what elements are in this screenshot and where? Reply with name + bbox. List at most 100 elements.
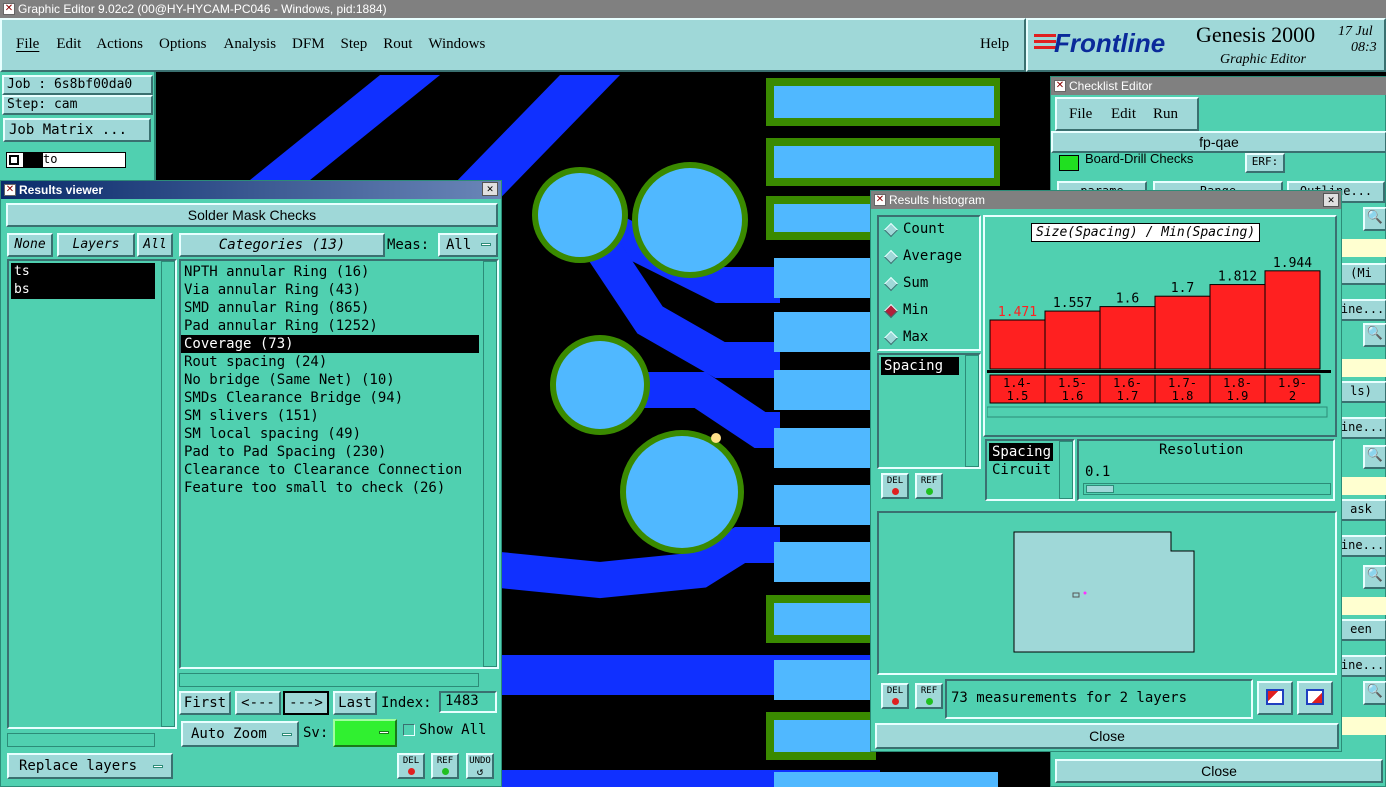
list-item[interactable]: Spacing — [881, 357, 959, 375]
partial-field[interactable]: een — [1335, 619, 1386, 641]
partial-field[interactable]: ask — [1335, 499, 1386, 521]
list-item[interactable]: SM local spacing (49) — [181, 425, 479, 443]
histogram-left-scrollbar[interactable] — [965, 355, 979, 467]
histogram-ref-button-2[interactable]: REF — [915, 683, 943, 709]
list-item[interactable]: bs — [11, 281, 155, 299]
menu-rout[interactable]: Rout — [383, 36, 412, 53]
list-item[interactable]: NPTH annular Ring (16) — [181, 263, 479, 281]
parameter-list[interactable]: Spacing Circuit — [985, 439, 1075, 501]
close-icon[interactable]: ✕ — [482, 182, 498, 196]
parameter-scrollbar[interactable] — [1059, 441, 1073, 499]
erf-button[interactable]: ERF: — [1245, 153, 1285, 173]
partial-field[interactable]: ls) — [1335, 381, 1386, 403]
zoom-icon-button[interactable]: 🔍 — [1363, 445, 1386, 469]
list-item[interactable]: Coverage (73) — [181, 335, 479, 353]
list-item[interactable]: No bridge (Same Net) (10) — [181, 371, 479, 389]
menu-edit[interactable]: Edit — [56, 36, 81, 53]
zoom-icon-button[interactable]: 🔍 — [1363, 681, 1386, 705]
app-title-bar[interactable]: ✕ Graphic Editor 9.02c2 (00@HY-HYCAM-PC0… — [0, 0, 1386, 18]
show-all-checkbox[interactable] — [403, 724, 415, 736]
export-icon-button[interactable] — [1257, 681, 1293, 715]
del-button[interactable]: DEL — [397, 753, 425, 779]
checklist-close-button[interactable]: Close — [1055, 759, 1383, 783]
list-item[interactable]: Clearance to Clearance Connection — [181, 461, 479, 479]
histogram-bar[interactable] — [1154, 295, 1211, 370]
mode-radio-average[interactable]: Average — [883, 247, 977, 267]
histogram-close-button[interactable]: Close — [875, 723, 1339, 749]
mode-radio-min[interactable]: Min — [883, 301, 977, 321]
undo-button[interactable]: UNDO ↺ — [466, 753, 494, 779]
list-item[interactable]: SMDs Clearance Bridge (94) — [181, 389, 479, 407]
histogram-bar[interactable] — [1264, 270, 1321, 370]
auto-zoom-dropdown[interactable]: Auto Zoom — [181, 721, 299, 747]
list-item[interactable]: SMD annular Ring (865) — [181, 299, 479, 317]
replace-layers-dropdown[interactable]: Replace layers — [7, 753, 173, 779]
checklist-menu-edit[interactable]: Edit — [1111, 106, 1136, 123]
severity-dropdown[interactable] — [333, 719, 397, 747]
chart-hscrollbar[interactable] — [987, 406, 1328, 418]
histogram-bar[interactable] — [1044, 310, 1101, 370]
menu-file[interactable]: File — [16, 36, 39, 53]
last-button[interactable]: Last — [333, 691, 377, 715]
histogram-del-button[interactable]: DEL — [881, 473, 909, 499]
categories-list[interactable]: NPTH annular Ring (16) Via annular Ring (… — [179, 259, 499, 669]
list-item[interactable]: Feature too small to check (26) — [181, 479, 479, 497]
checklist-title-bar[interactable]: ✕ Checklist Editor — [1051, 77, 1386, 95]
app-icon[interactable]: ✕ — [3, 3, 15, 15]
checklist-menu-run[interactable]: Run — [1153, 106, 1178, 123]
checklist-menu-file[interactable]: File — [1069, 106, 1092, 123]
close-icon[interactable]: ✕ — [1323, 193, 1339, 207]
mode-radio-count[interactable]: Count — [883, 220, 977, 240]
histogram-bar[interactable] — [1099, 306, 1156, 370]
menu-analysis[interactable]: Analysis — [224, 36, 277, 53]
categories-scrollbar[interactable] — [483, 261, 497, 667]
list-item[interactable]: Circuit — [989, 461, 1053, 479]
list-item[interactable]: SM slivers (151) — [181, 407, 479, 425]
checklist-row-1[interactable]: Board-Drill Checks ERF: — [1055, 151, 1386, 175]
ref-button[interactable]: REF — [431, 753, 459, 779]
list-item[interactable]: Pad annular Ring (1252) — [181, 317, 479, 335]
histogram-ref-button[interactable]: REF — [915, 473, 943, 499]
list-item[interactable]: Via annular Ring (43) — [181, 281, 479, 299]
preview-panel[interactable] — [877, 511, 1337, 675]
layer-row[interactable]: to — [6, 152, 126, 168]
list-item[interactable]: Spacing — [989, 443, 1053, 461]
menu-help[interactable]: Help — [980, 36, 1009, 53]
list-item[interactable]: Pad to Pad Spacing (230) — [181, 443, 479, 461]
none-button[interactable]: None — [7, 233, 53, 257]
list-item[interactable]: ts — [11, 263, 155, 281]
partial-field[interactable]: (Mi — [1335, 263, 1386, 285]
menu-actions[interactable]: Actions — [96, 36, 143, 53]
prev-button[interactable]: <--- — [235, 691, 281, 715]
menu-windows[interactable]: Windows — [428, 36, 485, 53]
zoom-icon-button[interactable]: 🔍 — [1363, 565, 1386, 589]
menu-dfm[interactable]: DFM — [292, 36, 325, 53]
slider-thumb[interactable] — [1086, 485, 1114, 493]
results-viewer-title-bar[interactable]: ✕ Results viewer — [1, 181, 501, 199]
next-button[interactable]: ---> — [283, 691, 329, 715]
histogram-chart[interactable]: 1.4711.557 1.61.71.8121.9441.4-1.51.5-1.6… — [987, 251, 1331, 421]
resolution-slider[interactable] — [1083, 483, 1331, 495]
layers-hscrollbar[interactable] — [7, 733, 155, 747]
menu-options[interactable]: Options — [159, 36, 207, 53]
menu-step[interactable]: Step — [341, 36, 368, 53]
histogram-del-button-2[interactable]: DEL — [881, 683, 909, 709]
zoom-icon-button[interactable]: 🔍 — [1363, 207, 1386, 231]
mode-radio-max[interactable]: Max — [883, 328, 977, 348]
zoom-icon-button[interactable]: 🔍 — [1363, 323, 1386, 347]
layers-list[interactable]: ts bs — [7, 259, 177, 729]
job-matrix-button[interactable]: Job Matrix ... — [3, 118, 151, 142]
list-item[interactable]: Rout spacing (24) — [181, 353, 479, 371]
histogram-bar[interactable] — [1209, 284, 1266, 370]
first-button[interactable]: First — [179, 691, 231, 715]
meas-dropdown[interactable]: All — [438, 233, 498, 257]
categories-hscrollbar[interactable] — [179, 673, 479, 687]
histogram-bar[interactable] — [989, 319, 1046, 370]
mode-radio-sum[interactable]: Sum — [883, 274, 977, 294]
histogram-left-list[interactable]: Spacing — [877, 353, 981, 469]
categories-button[interactable]: Categories (13) — [179, 233, 385, 257]
import-icon-button[interactable] — [1297, 681, 1333, 715]
all-button[interactable]: All — [137, 233, 173, 257]
index-field[interactable]: 1483 — [439, 691, 497, 713]
histogram-title-bar[interactable]: ✕ Results histogram — [871, 191, 1341, 209]
